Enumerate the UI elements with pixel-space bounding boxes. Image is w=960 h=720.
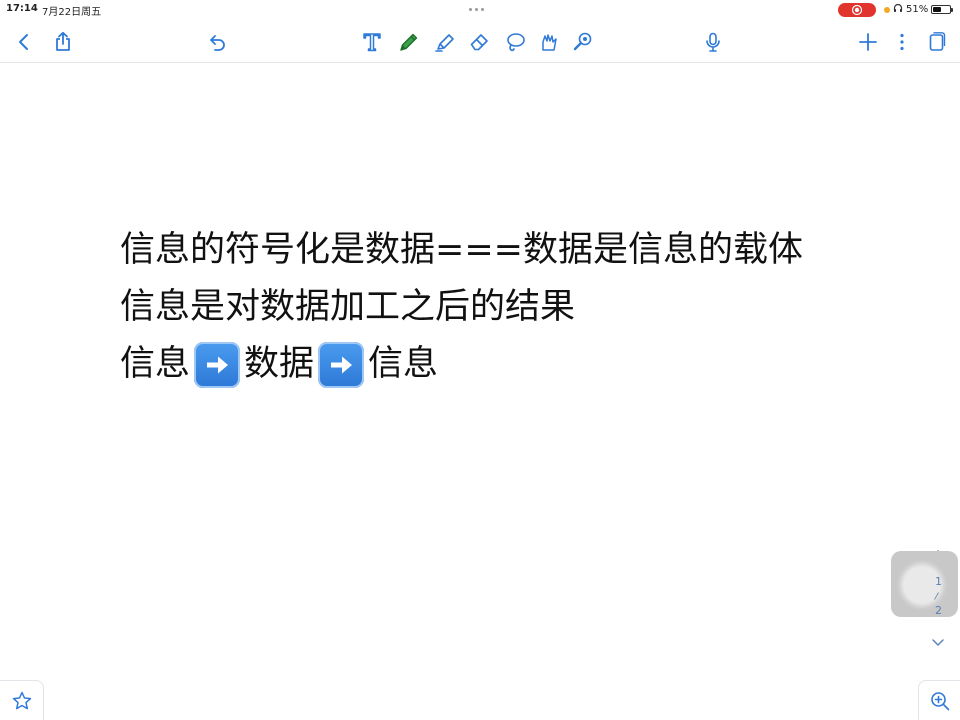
note-canvas[interactable]: 信息的符号化是数据===数据是信息的载体 信息是对数据加工之后的结果 信息 数据… — [120, 222, 880, 393]
add-icon[interactable] — [854, 28, 882, 56]
share-icon[interactable] — [49, 28, 77, 56]
page-down-icon[interactable] — [930, 634, 946, 653]
total-pages-number: 2 — [935, 604, 942, 617]
note-line-1: 信息的符号化是数据===数据是信息的载体 — [120, 230, 803, 270]
lasso-tool-icon[interactable] — [501, 28, 529, 56]
note-line-3: 信息 数据 信息 — [120, 336, 880, 393]
screen-recording-icon[interactable] — [838, 3, 876, 17]
favorite-button[interactable] — [0, 680, 44, 720]
status-time: 17:14 — [6, 3, 38, 14]
status-indicators: 51% — [884, 3, 954, 16]
current-page-number: 1 — [935, 575, 942, 588]
zoom-button[interactable] — [918, 680, 960, 720]
flow-part-info-2: 信息 — [368, 344, 439, 384]
battery-percent: 51% — [906, 4, 929, 15]
star-icon — [12, 691, 31, 709]
editor-toolbar — [0, 22, 960, 63]
undo-icon[interactable] — [203, 28, 231, 56]
status-bar: 17:14 7月22日周五 51% — [0, 0, 960, 20]
eraser-tool-icon[interactable] — [466, 28, 494, 56]
note-line-2: 信息是对数据加工之后的结果 — [120, 287, 576, 327]
laser-pointer-icon[interactable] — [569, 28, 597, 56]
flow-part-info: 信息 — [120, 344, 191, 384]
status-date: 7月22日周五 — [42, 7, 102, 18]
microphone-icon[interactable] — [699, 28, 727, 56]
multitasking-dots-icon[interactable] — [469, 8, 484, 11]
shape-tool-icon[interactable] — [535, 28, 563, 56]
text-tool-icon[interactable] — [358, 28, 386, 56]
highlighter-tool-icon[interactable] — [431, 28, 459, 56]
mic-in-use-indicator — [884, 6, 890, 13]
back-icon[interactable] — [10, 28, 38, 56]
more-icon[interactable] — [888, 28, 916, 56]
flow-part-data: 数据 — [244, 344, 315, 384]
pages-icon[interactable] — [922, 28, 950, 56]
right-arrow-emoji — [194, 341, 241, 388]
notes-app-screen: 17:14 7月22日周五 51% 信息的符号化是数据===数据是信息的载体 信… — [0, 0, 960, 720]
pen-tool-icon[interactable] — [395, 28, 423, 56]
headphones-icon — [893, 3, 903, 16]
battery-icon — [931, 5, 954, 14]
right-arrow-emoji — [318, 341, 365, 388]
zoom-in-icon — [930, 691, 949, 710]
page-scrubber[interactable] — [891, 551, 958, 617]
